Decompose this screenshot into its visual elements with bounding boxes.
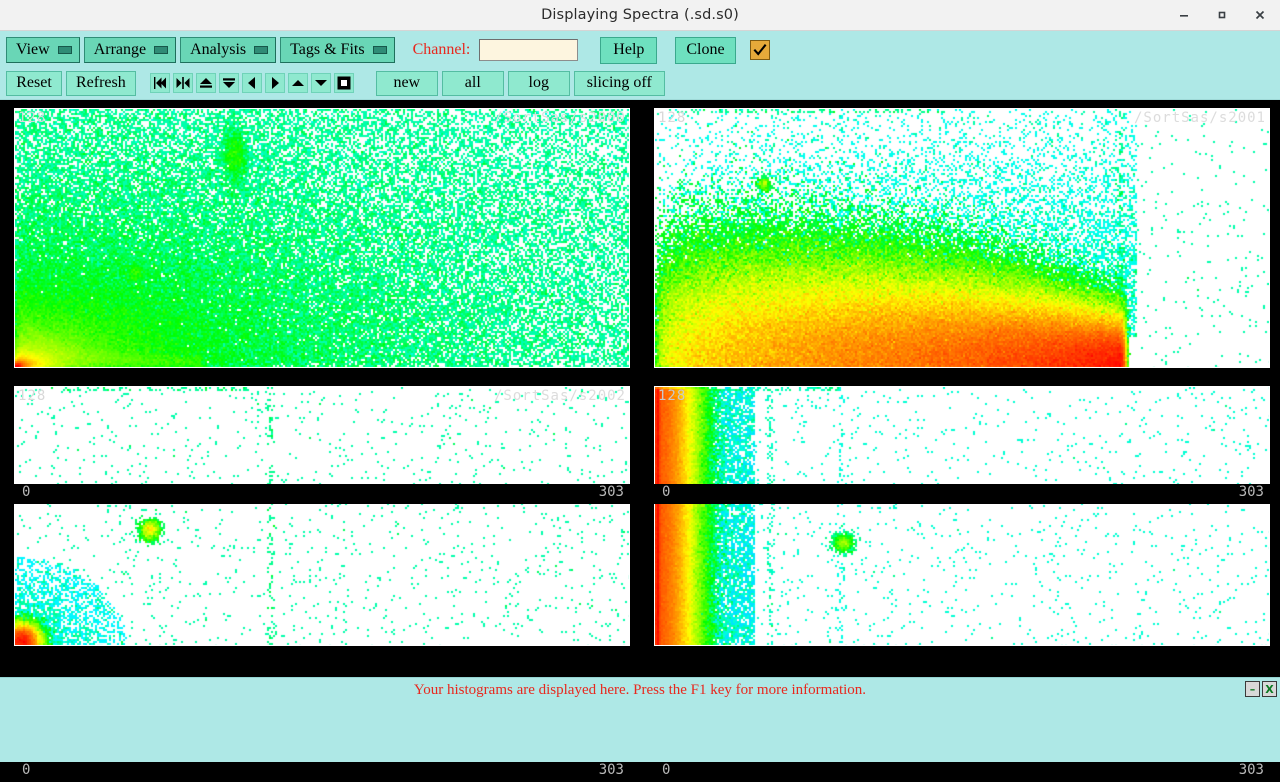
x-max-label-3: 303 bbox=[1238, 762, 1264, 778]
collapse-up-icon[interactable] bbox=[195, 73, 216, 93]
confirm-checkbox[interactable] bbox=[749, 40, 770, 60]
x-min-label-0: 0 bbox=[22, 484, 31, 500]
x-max-label-0: 303 bbox=[598, 484, 624, 500]
x-min-label-3: 0 bbox=[662, 762, 671, 778]
menu-view-label: View bbox=[16, 41, 50, 58]
menu-tags-and-fits-label: Tags & Fits bbox=[290, 41, 365, 58]
chevron-down-icon bbox=[372, 46, 387, 54]
spectra-plot-area: 128 /SortSas/s2000 128 /SortSas/s2001 12… bbox=[0, 100, 1280, 782]
expand-horizontal-icon[interactable] bbox=[172, 73, 193, 93]
x-min-label-2: 0 bbox=[22, 762, 31, 778]
reset-button[interactable]: Reset bbox=[6, 70, 62, 96]
toolbar-row-actions: Reset Refresh new all log slicing off bbox=[0, 65, 1280, 98]
x-axis-row-1: 0 303 bbox=[640, 484, 1280, 504]
spectrum-canvas-1[interactable] bbox=[654, 108, 1270, 368]
menu-view[interactable]: View bbox=[6, 37, 80, 63]
channel-label: Channel: bbox=[412, 41, 471, 58]
spectrum-panel-0[interactable]: 128 /SortSas/s2000 bbox=[0, 100, 640, 378]
spectrum-panel-1[interactable]: 128 /SortSas/s2001 bbox=[640, 100, 1280, 378]
chevron-down-icon bbox=[154, 46, 169, 54]
step-left-icon[interactable] bbox=[241, 73, 262, 93]
window-controls bbox=[1172, 0, 1272, 30]
collapse-down-icon[interactable] bbox=[218, 73, 239, 93]
spectrum-canvas-3[interactable] bbox=[654, 386, 1270, 646]
spectra-grid: 128 /SortSas/s2000 128 /SortSas/s2001 12… bbox=[0, 100, 1280, 656]
window-titlebar: Displaying Spectra (.sd.s0) bbox=[0, 0, 1280, 31]
spectrum-plot-0[interactable] bbox=[15, 109, 629, 367]
channel-input[interactable] bbox=[479, 39, 579, 61]
menu-analysis[interactable]: Analysis bbox=[180, 37, 277, 63]
corner-window-controls: – X bbox=[1245, 681, 1277, 697]
x-axis-row-3: 0 303 bbox=[640, 762, 1280, 782]
spectrum-canvas-0[interactable] bbox=[14, 108, 630, 368]
mode-button-new[interactable]: new bbox=[375, 70, 438, 96]
x-axis-row-0: 0 303 bbox=[0, 484, 640, 504]
menu-arrange[interactable]: Arrange bbox=[83, 37, 177, 63]
status-message: Your histograms are displayed here. Pres… bbox=[413, 682, 867, 698]
x-max-label-1: 303 bbox=[1238, 484, 1264, 500]
refresh-button[interactable]: Refresh bbox=[66, 70, 136, 96]
menu-tags-and-fits[interactable]: Tags & Fits bbox=[280, 37, 395, 63]
mode-button-log[interactable]: log bbox=[507, 70, 570, 96]
menu-analysis-label: Analysis bbox=[190, 41, 247, 58]
navigation-icon-group bbox=[149, 73, 354, 93]
window-title: Displaying Spectra (.sd.s0) bbox=[541, 7, 739, 23]
spectrum-plot-1[interactable] bbox=[655, 109, 1269, 367]
menu-arrange-label: Arrange bbox=[93, 41, 147, 58]
spectrum-panel-2[interactable]: 128 /SortSas/s2002 bbox=[0, 378, 640, 656]
stop-square-icon[interactable] bbox=[333, 73, 354, 93]
corner-close-button[interactable]: X bbox=[1262, 681, 1277, 697]
toolbar-row-menus: View Arrange Analysis Tags & Fits Channe… bbox=[0, 31, 1280, 65]
scroll-up-icon[interactable] bbox=[287, 73, 308, 93]
step-right-icon[interactable] bbox=[264, 73, 285, 93]
maximize-icon[interactable] bbox=[1210, 3, 1234, 27]
x-axis-row-2: 0 303 bbox=[0, 762, 640, 782]
chevron-down-icon bbox=[57, 46, 72, 54]
x-min-label-1: 0 bbox=[662, 484, 671, 500]
scroll-down-icon[interactable] bbox=[310, 73, 331, 93]
chevron-down-icon bbox=[254, 46, 269, 54]
mode-button-slicing[interactable]: slicing off bbox=[573, 70, 665, 96]
corner-minimize-button[interactable]: – bbox=[1245, 681, 1260, 697]
clone-button[interactable]: Clone bbox=[675, 36, 736, 64]
spectrum-canvas-2[interactable] bbox=[14, 386, 630, 646]
close-icon[interactable] bbox=[1248, 3, 1272, 27]
spectrum-panel-3[interactable]: 128 bbox=[640, 378, 1280, 656]
jump-first-icon[interactable] bbox=[149, 73, 170, 93]
x-max-label-2: 303 bbox=[598, 762, 624, 778]
spectrum-plot-2[interactable] bbox=[15, 387, 629, 645]
help-button[interactable]: Help bbox=[600, 36, 658, 64]
spectrum-plot-3[interactable] bbox=[655, 387, 1269, 645]
toolbar: View Arrange Analysis Tags & Fits Channe… bbox=[0, 31, 1280, 100]
mode-button-all[interactable]: all bbox=[441, 70, 504, 96]
status-bar: Your histograms are displayed here. Pres… bbox=[0, 677, 1280, 703]
minimize-icon[interactable] bbox=[1172, 3, 1196, 27]
